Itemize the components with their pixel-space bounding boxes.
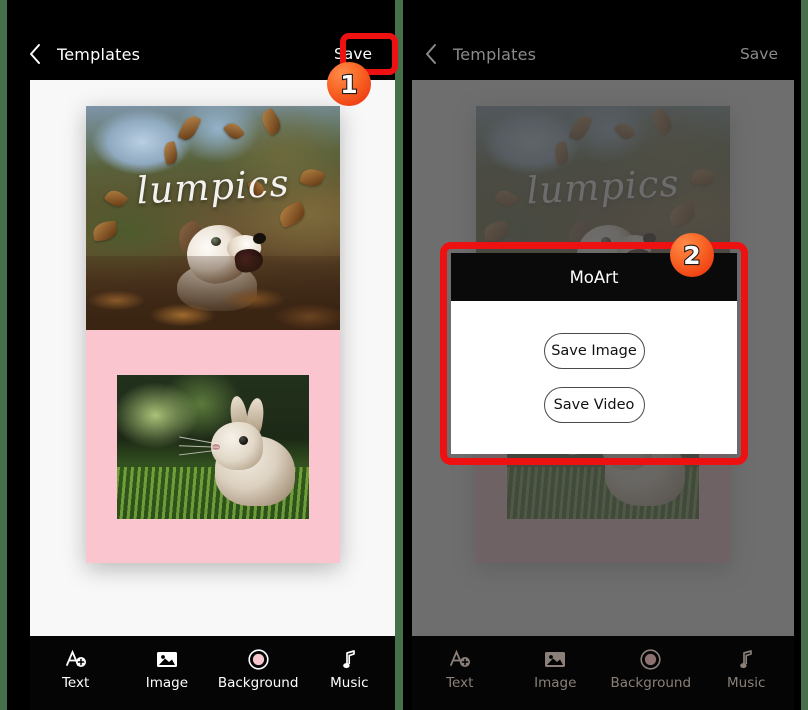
chevron-left-icon[interactable] xyxy=(25,43,45,65)
right-bottom-nav: Text Image Background Music xyxy=(412,636,794,710)
template-top-photo[interactable]: lumpics xyxy=(85,106,340,330)
leaf-decoration xyxy=(257,108,285,137)
nav-item-text[interactable]: Text xyxy=(412,648,508,691)
nav-item-music[interactable]: Music xyxy=(699,648,795,691)
chevron-left-icon[interactable] xyxy=(421,43,441,65)
nav-label-image: Image xyxy=(534,675,577,691)
left-canvas: lumpics xyxy=(30,80,395,636)
nav-item-image[interactable]: Image xyxy=(121,648,212,691)
nav-label-text: Text xyxy=(61,675,90,691)
nav-label-music: Music xyxy=(727,675,766,691)
image-icon xyxy=(544,648,566,670)
annotation-badge-2-number: 2 xyxy=(682,240,702,270)
leaf-decoration xyxy=(552,140,570,165)
nav-item-image[interactable]: Image xyxy=(508,648,604,691)
background-circle-icon xyxy=(248,648,269,670)
text-add-icon xyxy=(449,648,471,670)
page-title: Templates xyxy=(453,44,537,64)
nav-item-background[interactable]: Background xyxy=(603,648,699,691)
save-button[interactable]: Save xyxy=(740,45,778,63)
text-add-icon xyxy=(65,648,87,670)
leaf-decoration xyxy=(103,186,129,211)
nav-item-text[interactable]: Text xyxy=(30,648,121,691)
ground-leaves xyxy=(85,256,340,330)
leaf-decoration xyxy=(223,119,246,143)
nav-item-background[interactable]: Background xyxy=(213,648,304,691)
template-lower-section[interactable] xyxy=(85,330,340,563)
left-bottom-nav: Text Image Background Music xyxy=(30,636,395,710)
rabbit-illustration xyxy=(178,395,301,508)
leaf-decoration xyxy=(689,165,716,189)
annotation-badge-2: 2 xyxy=(670,233,714,277)
nav-label-music: Music xyxy=(330,675,369,691)
watermark-text: lumpics xyxy=(525,161,681,213)
watermark-text: lumpics xyxy=(134,161,291,213)
music-note-icon xyxy=(341,648,357,670)
leaf-decoration xyxy=(162,140,180,165)
leaf-decoration xyxy=(177,113,202,143)
page-title: Templates xyxy=(57,44,141,64)
leaf-decoration xyxy=(613,119,636,143)
template-card[interactable]: lumpics xyxy=(85,106,340,563)
annotation-highlight-dialog xyxy=(440,242,748,465)
nav-item-music[interactable]: Music xyxy=(304,648,395,691)
left-phone-screen: Templates Save lumpics Text Image Backgr… xyxy=(7,0,395,710)
right-appbar: Templates Save xyxy=(403,28,801,80)
music-note-icon xyxy=(738,648,754,670)
leaf-decoration xyxy=(567,113,593,143)
leaf-decoration xyxy=(648,108,676,137)
annotation-badge-1: 1 xyxy=(327,62,371,106)
leaf-decoration xyxy=(493,186,519,211)
annotation-badge-1-number: 1 xyxy=(339,69,359,99)
nav-label-background: Background xyxy=(610,675,692,691)
leaf-decoration xyxy=(91,220,119,243)
nav-label-image: Image xyxy=(145,675,189,691)
screenshot-root: Templates Save lumpics Text Image Backgr… xyxy=(0,0,808,710)
image-icon xyxy=(156,648,178,670)
leaf-decoration xyxy=(482,220,509,243)
template-bottom-photo[interactable] xyxy=(116,374,309,519)
nav-label-background: Background xyxy=(217,675,299,691)
nav-label-text: Text xyxy=(446,675,474,691)
background-circle-icon xyxy=(640,648,661,670)
leaf-decoration xyxy=(299,165,326,189)
